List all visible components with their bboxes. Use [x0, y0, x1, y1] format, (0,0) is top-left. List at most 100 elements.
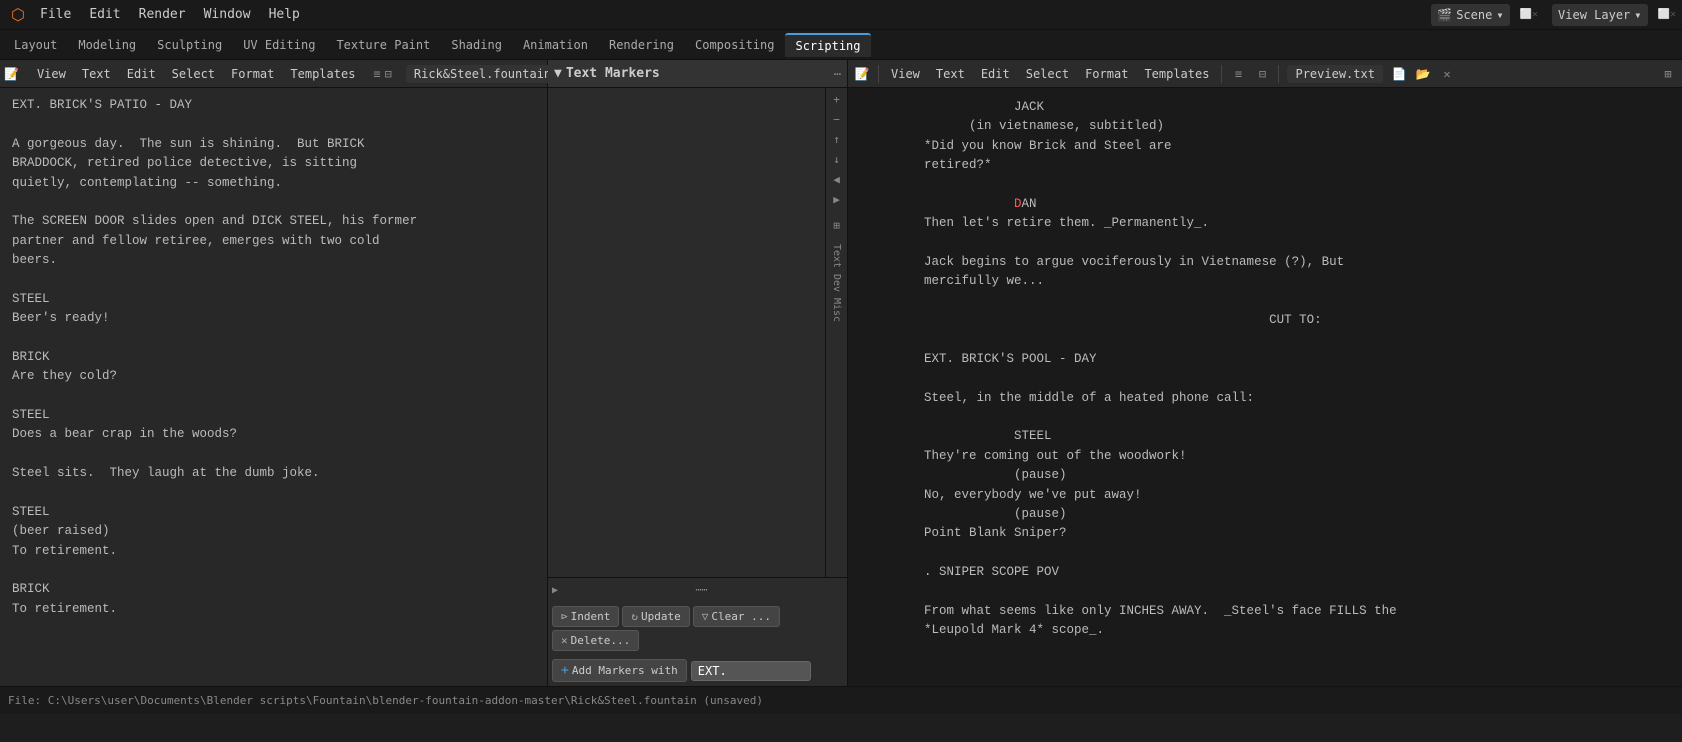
add-markers-label: Add Markers with: [572, 664, 678, 677]
update-icon: ↻: [631, 610, 638, 623]
edit-menu[interactable]: Edit: [81, 5, 128, 24]
preview-editor-content[interactable]: JACK (in vietnamese, subtitled) *Did you…: [848, 88, 1682, 686]
markers-title: Text Markers: [566, 66, 830, 81]
markers-grid-btn[interactable]: ⊞: [828, 216, 846, 234]
update-button[interactable]: ↻ Update: [622, 606, 689, 627]
clear-button[interactable]: ▽ Clear ...: [693, 606, 780, 627]
view-layer-selector[interactable]: View Layer ▾: [1552, 4, 1647, 26]
markers-add-btn[interactable]: +: [828, 90, 846, 108]
delete-button[interactable]: ✕ Delete...: [552, 630, 639, 651]
markers-main-area: + − ↑ ↓ ◀ ▶ ⊞ Text Dev Misc: [548, 88, 847, 577]
right-open-icon[interactable]: 📂: [1413, 64, 1433, 84]
right-preview-panel: 📝 View Text Edit Select Format Templates…: [848, 60, 1682, 686]
view-layer-label: View Layer: [1558, 8, 1630, 22]
file-menu[interactable]: File: [32, 5, 79, 24]
scene-name: Scene: [1456, 8, 1492, 22]
markers-sidebar: + − ↑ ↓ ◀ ▶ ⊞ Text Dev Misc: [825, 88, 847, 577]
indent-button[interactable]: ⊳ Indent: [552, 606, 619, 627]
left-script-editor: 📝 View Text Edit Select Format Templates…: [0, 60, 548, 686]
misc-label[interactable]: Misc: [829, 296, 844, 324]
delete-label: Delete...: [571, 634, 631, 647]
markers-up-btn[interactable]: ↑: [828, 130, 846, 148]
markers-menu-icon[interactable]: ⋯: [834, 67, 841, 81]
tab-shading[interactable]: Shading: [441, 34, 512, 56]
right-close-icon[interactable]: ✕: [1437, 64, 1457, 84]
tab-compositing[interactable]: Compositing: [685, 34, 784, 56]
right-edit-menu[interactable]: Edit: [975, 65, 1016, 83]
right-templates-menu[interactable]: Templates: [1138, 65, 1215, 83]
bottom-bar-handle[interactable]: ⋯⋯: [560, 585, 843, 596]
indent-icon: ⊳: [561, 610, 568, 623]
status-text: File: C:\Users\user\Documents\Blender sc…: [8, 694, 763, 707]
right-toolbar-sep1: [878, 65, 879, 83]
markers-down-btn[interactable]: ↓: [828, 150, 846, 168]
script-editor-content[interactable]: EXT. BRICK'S PATIO - DAY A gorgeous day.…: [0, 88, 547, 686]
add-plus-icon: +: [561, 663, 569, 678]
file-name-display[interactable]: Rick&Steel.fountain: [406, 65, 559, 83]
markers-bottom: ▶ ⋯⋯ ⊳ Indent ↻ Update ▽ Clear ... ✕: [548, 577, 847, 686]
right-format-menu[interactable]: Format: [1079, 65, 1134, 83]
tab-texture-paint[interactable]: Texture Paint: [326, 34, 440, 56]
format-menu-left[interactable]: Format: [225, 65, 280, 83]
markers-right-btn[interactable]: ▶: [828, 190, 846, 208]
text-markers-panel: ▼ Text Markers ⋯ + − ↑ ↓ ◀ ▶ ⊞ Text Dev …: [548, 60, 848, 686]
right-view-menu[interactable]: View: [885, 65, 926, 83]
markers-collapse-icon[interactable]: ▼: [554, 66, 562, 81]
right-editor-toolbar: 📝 View Text Edit Select Format Templates…: [848, 60, 1682, 88]
left-editor-toolbar: 📝 View Text Edit Select Format Templates…: [0, 60, 547, 88]
editor-type-icon[interactable]: 📝: [4, 64, 19, 84]
edit-menu-left[interactable]: Edit: [121, 65, 162, 83]
tab-animation[interactable]: Animation: [513, 34, 598, 56]
scene-icon: 🎬: [1437, 8, 1452, 22]
right-editor-type-icon[interactable]: 📝: [852, 64, 872, 84]
dev-label[interactable]: Dev: [829, 272, 844, 294]
global-top-bar: ⬡ File Edit Render Window Help 🎬 Scene ▾…: [0, 0, 1682, 30]
right-new-icon[interactable]: 📄: [1389, 64, 1409, 84]
window-controls-left: ⬜✕: [1520, 9, 1538, 20]
tab-rendering[interactable]: Rendering: [599, 34, 684, 56]
clear-label: Clear ...: [711, 610, 771, 623]
templates-menu-left[interactable]: Templates: [284, 65, 361, 83]
window-menu[interactable]: Window: [196, 5, 259, 24]
help-menu[interactable]: Help: [261, 5, 308, 24]
line-numbers-icon[interactable]: ⊟: [385, 64, 392, 84]
view-menu-left[interactable]: View: [31, 65, 72, 83]
right-text-menu[interactable]: Text: [930, 65, 971, 83]
right-toolbar-sep2: [1221, 65, 1222, 83]
right-file-name[interactable]: Preview.txt: [1287, 65, 1382, 83]
tab-sculpting[interactable]: Sculpting: [147, 34, 232, 56]
markers-remove-btn[interactable]: −: [828, 110, 846, 128]
update-label: Update: [641, 610, 681, 623]
blender-logo-icon: ⬡: [6, 3, 30, 27]
scene-selector[interactable]: 🎬 Scene ▾: [1431, 4, 1509, 26]
tab-modeling[interactable]: Modeling: [68, 34, 146, 56]
select-menu-left[interactable]: Select: [166, 65, 221, 83]
right-lines-icon[interactable]: ⊟: [1252, 64, 1272, 84]
add-markers-button[interactable]: + Add Markers with: [552, 659, 687, 682]
markers-list-area[interactable]: [548, 88, 825, 577]
tab-scripting[interactable]: Scripting: [785, 33, 870, 57]
text-mode-icon[interactable]: ≡: [373, 64, 380, 84]
markers-left-btn[interactable]: ◀: [828, 170, 846, 188]
tab-layout[interactable]: Layout: [4, 34, 67, 56]
delete-icon: ✕: [561, 634, 568, 647]
right-select-menu[interactable]: Select: [1020, 65, 1075, 83]
add-markers-input[interactable]: [691, 661, 811, 681]
indent-label: Indent: [571, 610, 611, 623]
scene-dropdown-icon: ▾: [1496, 8, 1503, 22]
text-label[interactable]: Text: [829, 242, 844, 270]
right-corner-btn[interactable]: ⊞: [1658, 64, 1678, 84]
right-text-mode-icon[interactable]: ≡: [1228, 64, 1248, 84]
cursor-char: D: [1014, 197, 1022, 211]
render-menu[interactable]: Render: [131, 5, 194, 24]
markers-actions-row: ⊳ Indent ↻ Update ▽ Clear ... ✕ Delete..…: [548, 602, 847, 655]
workspace-tabs: Layout Modeling Sculpting UV Editing Tex…: [0, 30, 1682, 60]
markers-bottom-bar: ▶ ⋯⋯: [548, 578, 847, 602]
view-layer-dropdown-icon: ▾: [1634, 8, 1641, 22]
window-controls-right: ⬜✕: [1658, 9, 1676, 20]
clear-dropdown-icon: ▽: [702, 610, 709, 623]
tab-uv-editing[interactable]: UV Editing: [233, 34, 325, 56]
text-menu-left[interactable]: Text: [76, 65, 117, 83]
status-bar: File: C:\Users\user\Documents\Blender sc…: [0, 686, 1682, 714]
play-icon[interactable]: ▶: [552, 585, 558, 596]
